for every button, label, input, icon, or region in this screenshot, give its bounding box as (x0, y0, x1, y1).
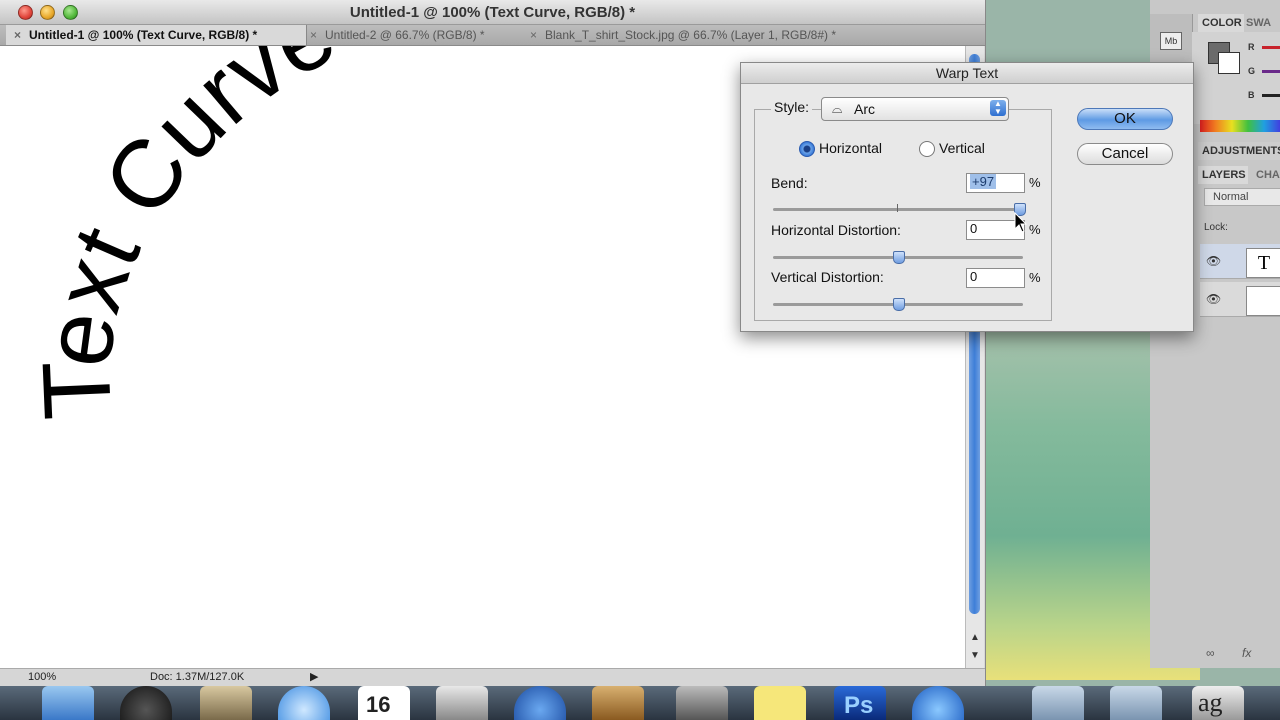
layers-panel-footer: ∞ fx (1194, 640, 1280, 668)
warped-text: Text Curve (23, 46, 352, 422)
horizontal-radio-label[interactable]: Horizontal (819, 140, 882, 156)
layer-row-background[interactable]: 👁 (1200, 282, 1280, 317)
color-spectrum-bar[interactable] (1200, 120, 1280, 132)
font-book-dock-icon[interactable]: ag (1192, 686, 1244, 720)
tab-blank-t-shirt-stock[interactable]: × Blank_T_shirt_Stock.jpg @ 66.7% (Layer … (530, 25, 875, 45)
vertical-distortion-unit: % (1029, 270, 1041, 285)
arc-style-icon: ⌓ (832, 101, 843, 116)
scroll-up-arrow-icon[interactable]: ▲ (970, 632, 980, 643)
preview-dock-icon[interactable] (200, 686, 252, 720)
horizontal-distortion-label: Horizontal Distortion: (771, 222, 901, 238)
mini-bridge-icon[interactable]: Mb (1160, 32, 1182, 50)
warped-text-path: Text Curve (23, 46, 352, 422)
color-panel: R G B (1192, 32, 1280, 124)
bend-input[interactable]: +97 (966, 173, 1025, 193)
cancel-button[interactable]: Cancel (1077, 143, 1173, 165)
system-preferences-dock-icon[interactable] (676, 686, 728, 720)
scroll-down-arrow-icon[interactable]: ▼ (970, 650, 980, 661)
tab-label: Untitled-2 @ 66.7% (RGB/8) * (325, 28, 485, 42)
documents-folder-dock-icon[interactable] (1110, 686, 1162, 720)
horizontal-radio[interactable] (799, 141, 815, 157)
document-tab-bar: × Untitled-1 @ 100% (Text Curve, RGB/8) *… (0, 25, 985, 46)
ok-button[interactable]: OK (1077, 108, 1173, 130)
bend-label: Bend: (771, 175, 808, 191)
tab-label: Blank_T_shirt_Stock.jpg @ 66.7% (Layer 1… (545, 28, 836, 42)
tab-label: Untitled-1 @ 100% (Text Curve, RGB/8) * (29, 28, 258, 42)
background-color-swatch[interactable] (1218, 52, 1240, 74)
dock: 16 Ps ag (0, 686, 1280, 720)
blue-channel-slider[interactable] (1262, 94, 1280, 97)
red-channel-slider[interactable] (1262, 46, 1280, 49)
horizontal-distortion-unit: % (1029, 222, 1041, 237)
slider-center-tick (897, 204, 898, 212)
photoshop-dock-icon[interactable]: Ps (834, 686, 886, 720)
text-layer-thumbnail: T (1246, 248, 1280, 278)
tab-untitled-1[interactable]: × Untitled-1 @ 100% (Text Curve, RGB/8) * (6, 25, 307, 45)
warp-settings-group (754, 109, 1052, 321)
dialog-title: Warp Text (741, 63, 1193, 84)
stickies-dock-icon[interactable] (754, 686, 806, 720)
vertical-radio-label[interactable]: Vertical (939, 140, 985, 156)
link-layers-icon[interactable]: ∞ (1206, 646, 1215, 660)
bend-value: +97 (970, 174, 997, 189)
blue-channel-label: B (1248, 90, 1255, 100)
applications-folder-dock-icon[interactable] (1032, 686, 1084, 720)
tab-swatches[interactable]: SWA (1246, 14, 1271, 32)
tab-untitled-2[interactable]: × Untitled-2 @ 66.7% (RGB/8) * (310, 25, 515, 45)
layer-effects-icon[interactable]: fx (1242, 646, 1251, 660)
safari-dock-icon[interactable] (278, 686, 330, 720)
green-channel-label: G (1248, 66, 1256, 76)
document-size-info: Doc: 1.37M/127.0K (150, 671, 245, 683)
horizontal-distortion-slider-thumb[interactable] (893, 251, 905, 264)
bend-unit: % (1029, 175, 1041, 190)
finder-dock-icon[interactable] (42, 686, 94, 720)
status-bar: 100% Doc: 1.37M/127.0K ▶ (0, 668, 985, 687)
vertical-distortion-input[interactable]: 0 (966, 268, 1025, 288)
status-menu-arrow-icon[interactable]: ▶ (310, 670, 318, 683)
style-label: Style: (771, 99, 813, 115)
background-layer-thumbnail (1246, 286, 1280, 316)
tab-close-icon[interactable]: × (14, 28, 21, 42)
select-arrows-icon: ▲ ▼ (990, 100, 1006, 116)
green-channel-slider[interactable] (1262, 70, 1280, 73)
zoom-level[interactable]: 100% (28, 671, 56, 683)
vertical-distortion-label: Vertical Distortion: (771, 269, 884, 285)
window-titlebar: Untitled-1 @ 100% (Text Curve, RGB/8) * (0, 0, 985, 25)
warp-text-dialog: Warp Text Style: ⌓ Arc ▲ ▼ Horizontal Ver… (740, 62, 1194, 332)
style-select[interactable]: ⌓ Arc ▲ ▼ (821, 97, 1009, 121)
tab-layers[interactable]: LAYERS (1198, 166, 1248, 184)
mouse-cursor-icon (1014, 212, 1028, 233)
style-value: Arc (854, 101, 875, 117)
visibility-eye-icon[interactable]: 👁 (1206, 254, 1221, 268)
horizontal-distortion-slider[interactable] (773, 251, 1023, 264)
garageband-dock-icon[interactable] (592, 686, 644, 720)
vertical-distortion-slider-thumb[interactable] (893, 298, 905, 311)
quicktime-dock-icon[interactable] (912, 686, 964, 720)
tab-adjustments[interactable]: ADJUSTMENTS (1198, 142, 1280, 160)
photoshop-label: Ps (844, 692, 874, 719)
bend-slider[interactable] (773, 203, 1027, 216)
itunes-dock-icon[interactable] (514, 686, 566, 720)
tab-channels[interactable]: CHA (1256, 166, 1280, 184)
tab-color[interactable]: COLOR (1198, 14, 1244, 32)
dashboard-dock-icon[interactable] (120, 686, 172, 720)
vertical-radio[interactable] (919, 141, 935, 157)
font-book-glyph: ag (1198, 688, 1223, 717)
calendar-day: 16 (366, 692, 391, 717)
blend-mode-select[interactable]: Normal (1204, 188, 1280, 206)
tab-close-icon[interactable]: × (310, 28, 317, 42)
lock-label: Lock: (1204, 222, 1228, 233)
vertical-distortion-slider[interactable] (773, 298, 1023, 311)
iphoto-dock-icon[interactable] (436, 686, 488, 720)
window-title: Untitled-1 @ 100% (Text Curve, RGB/8) * (349, 4, 636, 21)
tab-close-icon[interactable]: × (530, 28, 537, 42)
layer-row-text[interactable]: 👁 T (1200, 244, 1280, 279)
red-channel-label: R (1248, 42, 1255, 52)
calendar-dock-icon[interactable]: 16 (358, 686, 410, 720)
visibility-eye-icon[interactable]: 👁 (1206, 292, 1221, 306)
